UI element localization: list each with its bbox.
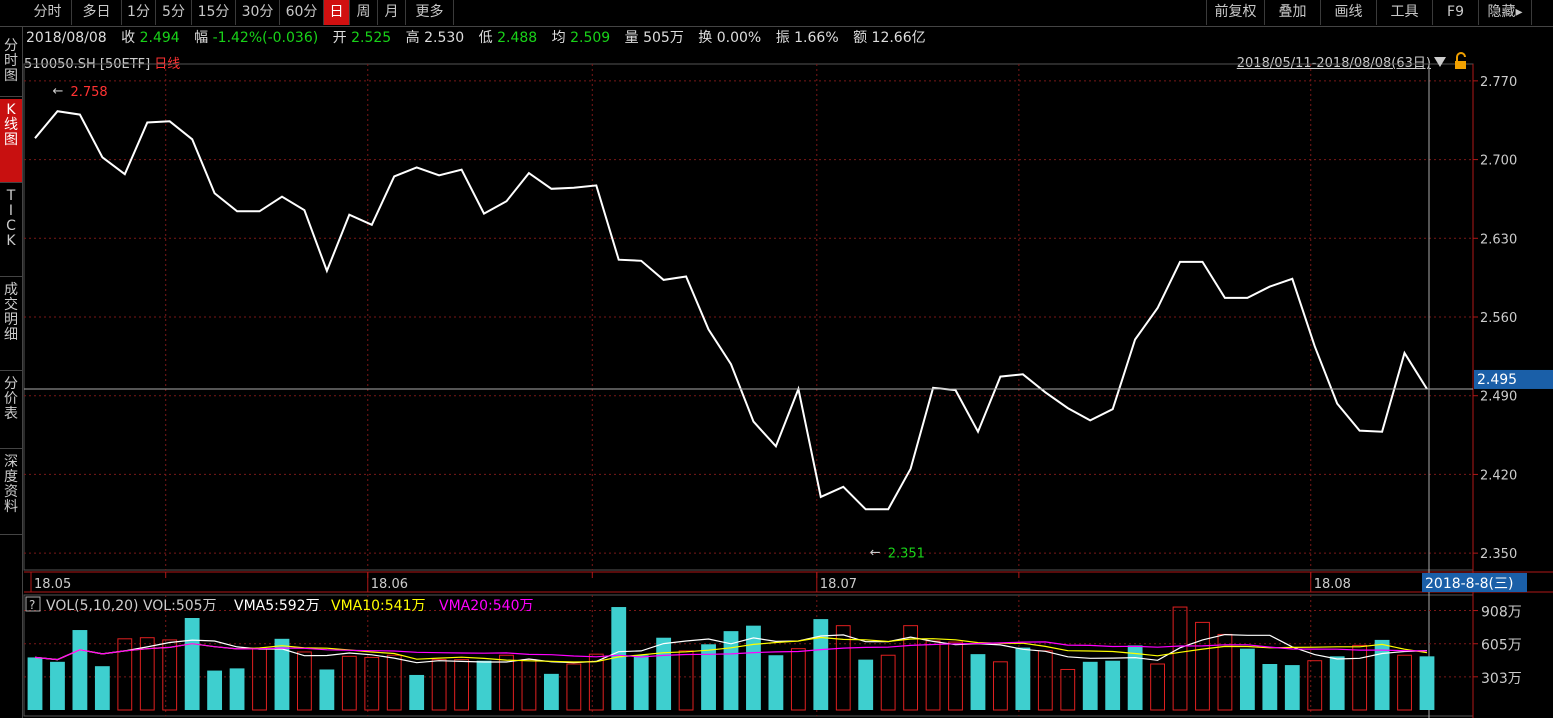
volume-bar	[566, 663, 582, 711]
dropdown-arrow-icon	[1434, 57, 1446, 67]
volume-bar	[948, 641, 963, 711]
date-tick-label: 18.05	[34, 577, 71, 592]
price-line	[34, 110, 1428, 511]
volume-bar	[588, 653, 604, 711]
volume-title: VOL(5,10,20) VOL:505万	[46, 598, 217, 614]
volume-bar	[50, 661, 65, 710]
volume-bar	[1419, 656, 1435, 710]
volume-bar	[1150, 663, 1165, 711]
volume-bar	[678, 650, 694, 711]
volume-bar	[476, 660, 492, 710]
volume-tick-label: 908万	[1481, 605, 1522, 621]
volume-bar	[970, 654, 986, 710]
volume-bar	[880, 654, 896, 711]
volume-bar	[431, 659, 447, 711]
volume-legend-item: VMA10:541万	[331, 598, 426, 614]
volume-bar	[252, 648, 267, 711]
date-tick-label: 18.06	[371, 577, 408, 592]
price-tick-label: 2.560	[1480, 311, 1517, 326]
volume-bar	[364, 656, 380, 711]
volume-bar	[858, 659, 874, 710]
volume-bar	[1352, 644, 1368, 711]
volume-bar	[229, 668, 245, 710]
min-marker-label: 2.351	[888, 546, 925, 561]
max-marker-arrow: ←	[52, 84, 63, 99]
volume-bar	[1172, 606, 1188, 711]
price-tick-label: 2.770	[1480, 75, 1517, 90]
max-marker-label: 2.758	[70, 85, 107, 100]
volume-bar	[72, 630, 88, 710]
volume-bar	[656, 637, 672, 710]
volume-bar	[521, 659, 537, 711]
volume-tick-label: 605万	[1481, 638, 1522, 654]
volume-bar	[1239, 648, 1255, 710]
volume-bar	[1195, 621, 1210, 711]
volume-bar	[543, 673, 559, 710]
volume-bar	[1105, 660, 1121, 710]
volume-bar	[633, 655, 649, 710]
volume-bar	[341, 655, 357, 711]
volume-bar	[1082, 661, 1098, 710]
price-tick-label: 2.490	[1480, 390, 1517, 405]
date-tick-label: 18.07	[820, 577, 857, 592]
volume-bar	[790, 648, 806, 711]
volume-bar	[207, 670, 223, 710]
lock-icon	[1455, 61, 1466, 69]
volume-bar	[993, 661, 1008, 711]
price-tick-label: 2.420	[1480, 468, 1517, 483]
lock-icon-shackle	[1456, 52, 1466, 61]
volume-bar	[1397, 654, 1412, 711]
price-tick-label: 2.630	[1480, 232, 1517, 247]
cursor-date-label: 2018-8-8(三)	[1425, 576, 1513, 592]
price-tick-label: 2.700	[1480, 154, 1517, 169]
volume-bar	[386, 654, 402, 711]
volume-bar	[1037, 650, 1053, 711]
volume-bar	[1262, 664, 1278, 710]
volume-tick-label: 303万	[1481, 671, 1522, 687]
volume-bar	[1329, 656, 1345, 710]
volume-bar	[1127, 645, 1143, 710]
volume-bar	[94, 666, 110, 710]
volume-legend-item: VMA20:540万	[439, 598, 534, 614]
price-tick-label: 2.350	[1480, 547, 1517, 562]
volume-bar	[409, 674, 425, 710]
volume-bar	[27, 657, 43, 710]
volume-bar	[1284, 665, 1300, 710]
volume-bar	[813, 619, 829, 710]
volume-bar	[319, 669, 335, 710]
min-marker-arrow: ←	[870, 545, 881, 560]
cursor-price-label: 2.495	[1477, 372, 1517, 388]
volume-bar	[835, 625, 851, 711]
volume-bar	[297, 651, 312, 711]
date-tick-label: 18.08	[1314, 577, 1351, 592]
kline-chart: 2.770 2.700 2.630 2.560 2.490 2.420 2.350 18.05…	[23, 52, 1553, 718]
volume-legend-item: VMA5:592万	[234, 598, 320, 614]
volume-bar	[1015, 647, 1031, 710]
volume-bar	[162, 639, 178, 711]
volume-bar	[454, 659, 469, 711]
help-icon: ?	[29, 598, 35, 612]
volume-bar	[1060, 668, 1076, 711]
volume-bar	[768, 655, 784, 710]
volume-bar	[499, 654, 514, 711]
volume-bar	[1307, 660, 1323, 711]
volume-bar	[925, 640, 941, 711]
volume-bar	[184, 618, 200, 710]
volume-bar	[1217, 633, 1233, 711]
